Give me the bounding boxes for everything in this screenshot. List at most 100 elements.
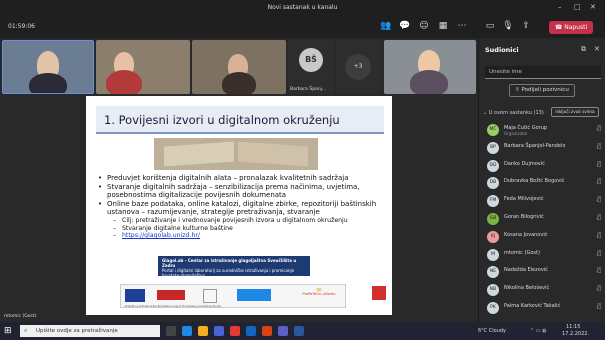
glagolab-link[interactable]: https://glagolab.unizd.hr/ xyxy=(122,232,200,239)
share-invite-label: Podijeli pozivnicu xyxy=(521,87,569,93)
minimize-icon[interactable]: – xyxy=(558,3,562,11)
edge-icon[interactable] xyxy=(182,326,192,336)
glagolab-banner: Glagol.ab - Centar za istraživanje glago… xyxy=(158,256,310,278)
weather-text[interactable]: 6°C Cloudy xyxy=(478,328,506,334)
participant-body xyxy=(29,73,67,93)
participant-row[interactable]: KJ Kosana Jovanović 🎙̸ xyxy=(487,229,603,246)
avatar: PK xyxy=(487,302,499,314)
share-invite-button[interactable]: ⇧ Podijeli pozivnicu xyxy=(509,84,575,97)
more-participants-tile[interactable]: +3 xyxy=(336,40,380,94)
sub-bullet: Cilj: pretraživanje i vrednovanje povije… xyxy=(98,217,386,225)
participant-name: Barbara Španjol-Pandelo xyxy=(504,142,566,149)
red-corner-mark xyxy=(372,286,386,300)
participant-row[interactable]: BP Barbara Španjol-Pandelo 🎙̸ xyxy=(487,140,603,157)
close-panel-icon[interactable]: ✕ xyxy=(594,45,600,53)
outlook-icon[interactable] xyxy=(246,326,256,336)
mic-off-icon[interactable]: 🎙̸ xyxy=(597,125,601,132)
invite-search-input[interactable]: Unesite ime xyxy=(485,66,601,79)
clock-time[interactable]: 11:15 xyxy=(566,324,580,330)
mic-off-icon[interactable]: 🎙̸ xyxy=(597,303,601,310)
meeting-timer: 01:59:06 xyxy=(8,23,35,30)
title-bar: Novi sastanak u kanalu – □ ✕ xyxy=(0,0,605,16)
participant-row[interactable]: PK Palma Karković Takalić 🎙̸ xyxy=(487,300,603,317)
chat-icon[interactable]: 💬 xyxy=(399,20,411,32)
avatar: GB xyxy=(487,213,499,225)
mic-off-icon[interactable]: 🎙̸ xyxy=(597,267,601,274)
video-tile[interactable] xyxy=(96,40,190,94)
taskbar-search-input[interactable]: Upišite ovdje za pretraživanje xyxy=(20,325,160,337)
in-meeting-section[interactable]: ⌄ U ovom sastanku (13) xyxy=(483,110,544,116)
self-view-label: mtomic (Gost) xyxy=(4,314,37,319)
mic-off-icon[interactable]: 🎙̸ xyxy=(597,232,601,239)
mic-icon[interactable]: 🎙 xyxy=(502,20,514,32)
participant-row[interactable]: GB Goran Bilogrivić 🎙̸ xyxy=(487,211,603,228)
mic-off-icon[interactable]: 🎙̸ xyxy=(597,161,601,168)
avatar: DD xyxy=(487,159,499,172)
banner-subtitle: Portal i digitalni laboratorij za suradn… xyxy=(162,268,295,278)
section-label: U ovom sastanku (13) xyxy=(488,110,544,116)
task-view-icon[interactable] xyxy=(166,326,176,336)
camera-icon[interactable]: ▭ xyxy=(484,20,496,32)
mute-all-button[interactable]: Isključi zvuk svima xyxy=(551,107,599,117)
word-icon[interactable] xyxy=(294,326,304,336)
participant-name: Palma Karković Takalić xyxy=(504,303,561,309)
mic-off-icon[interactable]: 🎙̸ xyxy=(597,214,601,221)
tray-icons[interactable]: ⌃ ▭ ◍ xyxy=(530,328,546,334)
search-icon: ⌕ xyxy=(24,327,28,334)
video-tile[interactable]: BŠ Barbara Španj... xyxy=(288,40,334,94)
slide-bullets: Preduvjet korištenja digitalnih alata – … xyxy=(98,174,386,240)
fund-logo-icon xyxy=(237,289,271,301)
file-explorer-icon[interactable] xyxy=(198,326,208,336)
slide-title: 1. Povijesni izvori u digitalnom okružen… xyxy=(104,113,340,127)
video-tile[interactable] xyxy=(384,40,476,94)
footer-note: Projekt je sufinancirala Europska unija … xyxy=(125,304,222,308)
mic-off-icon[interactable]: 🎙̸ xyxy=(597,285,601,292)
leave-button[interactable]: ☎ Napusti xyxy=(549,21,593,34)
avatar: MČ xyxy=(487,124,499,136)
participant-body xyxy=(410,70,448,94)
store-icon[interactable] xyxy=(214,326,224,336)
clock-date[interactable]: 17.2.2022. xyxy=(562,331,589,337)
leave-label: Napusti xyxy=(564,24,588,31)
maximize-icon[interactable]: □ xyxy=(574,3,581,11)
participant-body xyxy=(106,70,142,94)
mic-off-icon[interactable]: 🎙̸ xyxy=(597,178,601,185)
teams-icon[interactable] xyxy=(278,326,288,336)
video-tile[interactable] xyxy=(2,40,94,94)
participant-row[interactable]: NB Nikolina Belošević 🎙̸ xyxy=(487,282,603,299)
powerpoint-icon[interactable] xyxy=(262,326,272,336)
participant-row[interactable]: DD Danko Dujmović 🎙̸ xyxy=(487,158,603,175)
teams-meeting-window: Novi sastanak u kanalu – □ ✕ 01:59:06 👥 … xyxy=(0,0,605,340)
sub-bullet: https://glagolab.unizd.hr/ xyxy=(98,232,386,240)
participant-name: Goran Bilogrivić xyxy=(504,214,544,220)
participant-row[interactable]: NE Nadežda Elezović 🎙̸ xyxy=(487,264,603,281)
participant-row[interactable]: DB Dubravka Božić Bogović 🎙̸ xyxy=(487,175,603,192)
avatar: BP xyxy=(487,141,499,154)
video-tile[interactable] xyxy=(192,40,286,94)
participant-row[interactable]: FM Feda Milivojević 🎙̸ xyxy=(487,193,603,210)
pop-out-icon[interactable]: ⧉ xyxy=(581,45,586,54)
avatar: FM xyxy=(487,195,499,208)
close-icon[interactable]: ✕ xyxy=(590,3,596,11)
people-icon[interactable]: 👥 xyxy=(380,20,392,32)
mic-off-icon[interactable]: 🎙̸ xyxy=(597,143,601,150)
participant-row[interactable]: Mmtomic (Gost) 🎙̸ xyxy=(487,247,603,264)
mic-off-icon[interactable]: 🎙̸ xyxy=(597,250,601,257)
windows-start-icon[interactable]: ⊞ xyxy=(4,326,14,336)
participant-body xyxy=(222,72,256,94)
mic-off-icon[interactable]: 🎙̸ xyxy=(597,196,601,203)
avatar: DB xyxy=(487,177,499,190)
participant-name: Danko Dujmović xyxy=(504,160,545,167)
participant-row[interactable]: MČ Maja Ćutić Gorup Organizator 🎙̸ xyxy=(487,122,603,139)
participant-name: Kosana Jovanović xyxy=(504,231,548,238)
rooms-icon[interactable]: ▦ xyxy=(437,20,449,32)
sub-bullet: Stvaranje digitalne kulturne baštine xyxy=(98,225,386,233)
more-actions-icon[interactable]: ⋯ xyxy=(456,20,468,32)
propeteon-logo: ∞ ProPeTeOn-uZadru xyxy=(297,286,341,305)
share-screen-icon[interactable]: ⇪ xyxy=(520,20,532,32)
phone-icon: ☎ xyxy=(554,24,565,31)
participant-name: Nikolina Belošević xyxy=(504,285,550,292)
mail-icon[interactable] xyxy=(230,326,240,336)
reactions-icon[interactable]: ☺ xyxy=(418,20,430,32)
avatar: NE xyxy=(487,266,499,279)
